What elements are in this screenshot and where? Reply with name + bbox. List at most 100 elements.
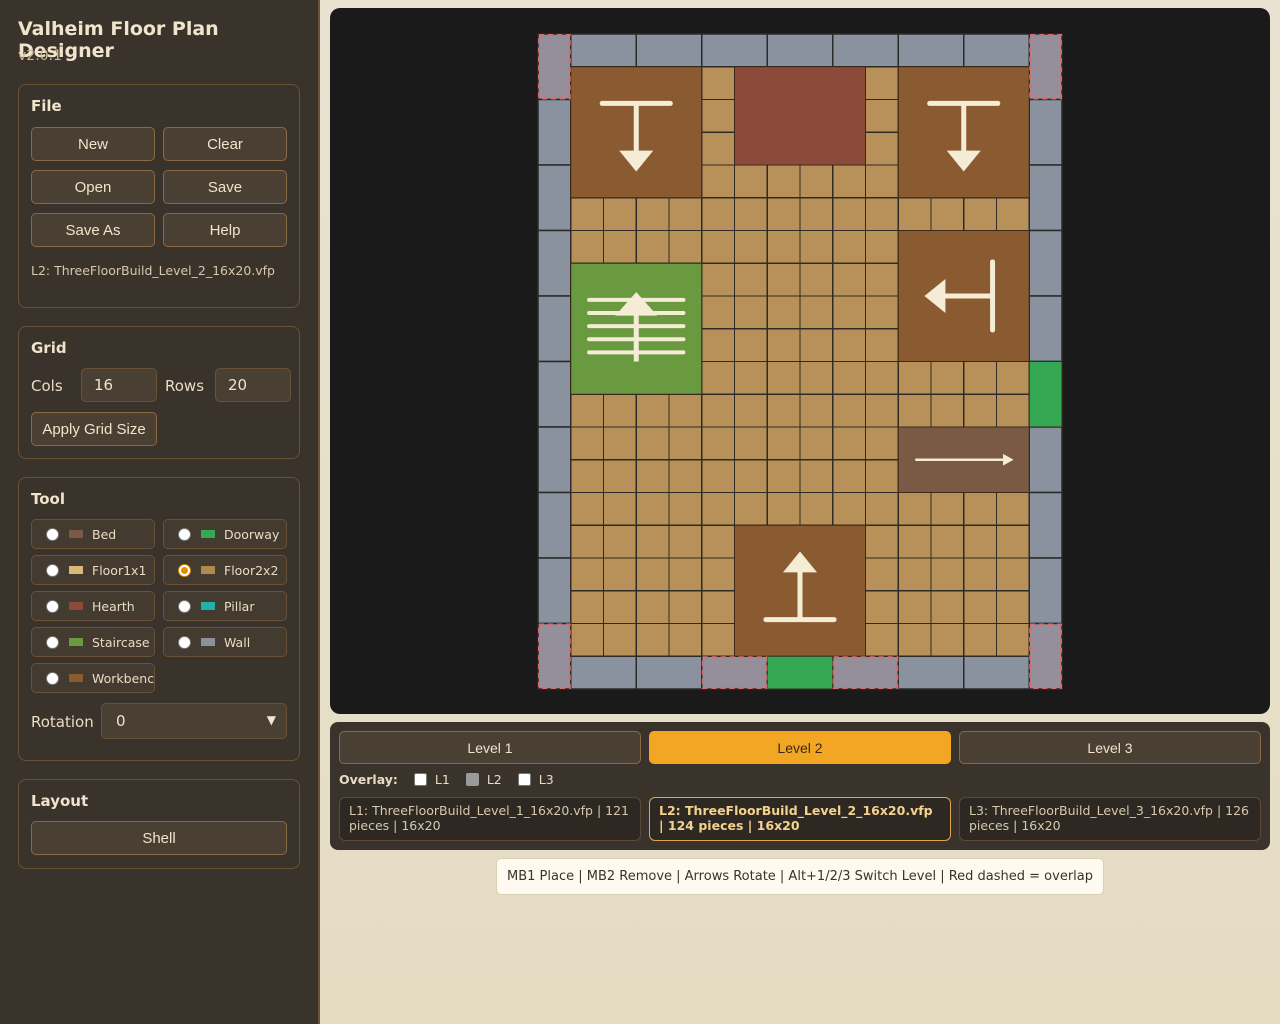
apply-grid-size-button[interactable]: Apply Grid Size (31, 412, 157, 446)
wall-segment (570, 655, 637, 690)
tool-color-swatch (201, 601, 215, 610)
cols-label: Cols (31, 377, 63, 395)
wall-segment (1028, 491, 1063, 559)
level-2-info[interactable]: L2: ThreeFloorBuild_Level_2_16x20.vfp | … (649, 797, 951, 841)
doorway-piece (1028, 361, 1063, 428)
floor-plan-canvas[interactable] (330, 8, 1270, 714)
tool-color-swatch (69, 673, 83, 682)
tool-radio[interactable] (178, 599, 191, 613)
wall-segment (963, 33, 1030, 68)
overlay-l2-label: L2 (486, 772, 502, 787)
wall-segment (537, 426, 572, 494)
overlap-marker (538, 34, 571, 100)
tool-staircase[interactable]: Staircase (31, 627, 155, 657)
overlay-l3-label: L3 (538, 772, 554, 787)
tool-radio[interactable] (178, 635, 191, 649)
tool-wall[interactable]: Wall (163, 627, 287, 657)
tool-radio[interactable] (46, 563, 59, 577)
current-file-label: L2: ThreeFloorBuild_Level_2_16x20.vfp (31, 263, 275, 278)
tool-label: Bed (92, 526, 117, 542)
save-as-button[interactable]: Save As (31, 213, 155, 247)
save-button[interactable]: Save (163, 170, 287, 204)
wall-segment (1028, 164, 1063, 232)
tool-color-swatch (201, 565, 215, 574)
wall-segment (570, 33, 637, 68)
overlay-l2: L2 (465, 772, 502, 787)
level-3-button[interactable]: Level 3 (959, 731, 1261, 764)
tool-label: Floor1x1 (92, 562, 147, 578)
doorway-piece (766, 655, 834, 690)
app-title: Valheim Floor Plan Designer (18, 18, 219, 62)
floor-plan-grid[interactable] (330, 8, 1270, 714)
rows-input[interactable]: 20 (215, 368, 291, 402)
controls-hint: MB1 Place | MB2 Remove | Arrows Rotate |… (496, 858, 1104, 895)
overlap-marker (1029, 34, 1062, 100)
chevron-down-icon: ▼ (266, 713, 276, 727)
tool-color-swatch (201, 529, 215, 538)
tool-color-swatch (69, 637, 83, 646)
level-1-button[interactable]: Level 1 (339, 731, 641, 764)
wall-segment (701, 33, 768, 68)
tool-radio[interactable] (46, 599, 59, 613)
overlay-row: Overlay: L1 L2 L3 (339, 772, 570, 787)
grid-panel-title: Grid (31, 339, 67, 357)
overlay-l3[interactable]: L3 (517, 772, 554, 787)
wall-segment (963, 655, 1030, 690)
sidebar: Valheim Floor Plan Designer v2.0.1 File … (0, 0, 320, 1024)
new-button[interactable]: New (31, 127, 155, 161)
tool-radio[interactable] (178, 527, 191, 541)
tool-radio[interactable] (46, 671, 59, 685)
overlay-l1-checkbox[interactable] (413, 773, 427, 786)
tool-label: Workbench (92, 670, 155, 686)
tool-color-swatch (201, 637, 215, 646)
tool-floor2x2[interactable]: Floor2x2 (163, 555, 287, 585)
tool-pillar[interactable]: Pillar (163, 591, 287, 621)
tool-color-swatch (69, 529, 83, 538)
tool-bed[interactable]: Bed (31, 519, 155, 549)
file-panel-title: File (31, 97, 62, 115)
wall-segment (635, 33, 703, 68)
overlap-marker (832, 656, 899, 689)
tool-radio[interactable] (46, 635, 59, 649)
help-button[interactable]: Help (163, 213, 287, 247)
level-3-info[interactable]: L3: ThreeFloorBuild_Level_3_16x20.vfp | … (959, 797, 1261, 841)
clear-button[interactable]: Clear (163, 127, 287, 161)
wall-segment (635, 655, 703, 690)
tool-panel: Tool Bed Doorway Floor1x1 Floor2x2 Hearth Pil… (18, 477, 300, 761)
level-2-button[interactable]: Level 2 (649, 731, 951, 764)
rows-label: Rows (165, 377, 205, 395)
wall-segment (537, 164, 572, 232)
tool-hearth[interactable]: Hearth (31, 591, 155, 621)
layout-panel-title: Layout (31, 792, 89, 810)
tool-radio[interactable] (46, 527, 59, 541)
file-panel: File New Clear Open Save Save As Help L2… (18, 84, 300, 308)
app-version: v2.0.1 (18, 48, 62, 64)
open-button[interactable]: Open (31, 170, 155, 204)
tool-label: Doorway (224, 526, 280, 542)
rotation-select[interactable]: 0 ▼ (101, 703, 287, 739)
overlay-l1[interactable]: L1 (413, 772, 450, 787)
tool-radio[interactable] (178, 563, 191, 577)
cols-input[interactable]: 16 (81, 368, 157, 402)
wall-segment (1028, 557, 1063, 625)
tool-color-swatch (69, 601, 83, 610)
overlay-l3-checkbox[interactable] (517, 773, 531, 786)
wall-segment (897, 33, 965, 68)
shell-button[interactable]: Shell (31, 821, 287, 855)
tool-doorway[interactable]: Doorway (163, 519, 287, 549)
tool-label: Wall (224, 634, 251, 650)
wall-segment (537, 98, 572, 166)
tool-workbench[interactable]: Workbench (31, 663, 155, 693)
tool-floor1x1[interactable]: Floor1x1 (31, 555, 155, 585)
overlap-marker (538, 623, 571, 689)
tool-color-swatch (69, 565, 83, 574)
overlap-marker (1029, 623, 1062, 689)
wall-segment (537, 360, 572, 428)
wall-segment (1028, 229, 1063, 297)
wall-segment (832, 33, 899, 68)
level-1-info[interactable]: L1: ThreeFloorBuild_Level_1_16x20.vfp | … (339, 797, 641, 841)
hearth-piece (734, 66, 866, 166)
wall-segment (537, 557, 572, 625)
wall-segment (537, 229, 572, 297)
overlay-label: Overlay: (339, 772, 398, 787)
